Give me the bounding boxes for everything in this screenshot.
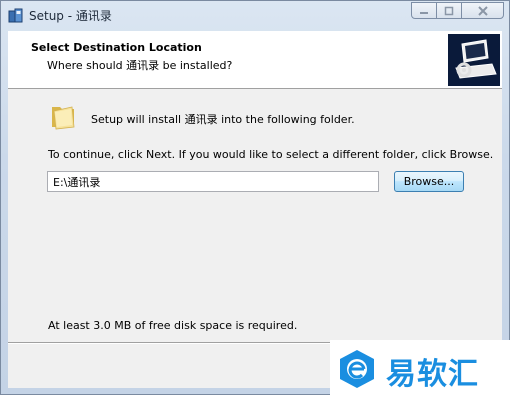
install-folder-text: Setup will install 通讯录 into the followin… (91, 113, 355, 126)
wizard-computer-icon (448, 34, 500, 86)
destination-path-input[interactable] (47, 171, 379, 192)
disk-space-text: At least 3.0 MB of free disk space is re… (48, 319, 298, 332)
watermark-text: 易软汇 (386, 357, 479, 392)
minimize-button[interactable] (411, 2, 437, 19)
title-bar[interactable]: Setup - 通讯录 (1, 1, 509, 31)
close-button[interactable] (461, 2, 504, 19)
setup-app-icon (8, 8, 23, 23)
wizard-header: Select Destination Location Where should… (8, 31, 502, 89)
close-icon (477, 5, 488, 16)
folder-icon (52, 106, 75, 130)
maximize-icon (444, 6, 454, 15)
page-subtitle: Where should 通讯录 be installed? (47, 59, 233, 72)
watermark-logo-icon (340, 350, 374, 388)
instruction-text: To continue, click Next. If you would li… (48, 148, 494, 161)
maximize-button[interactable] (436, 2, 462, 19)
minimize-icon (420, 11, 428, 14)
dialog-client-area: Select Destination Location Where should… (8, 31, 502, 388)
caption-buttons (411, 2, 504, 21)
page-title: Select Destination Location (31, 41, 202, 54)
window-title: Setup - 通讯录 (29, 9, 112, 23)
setup-window: Setup - 通讯录 Select Destination Location … (0, 0, 510, 395)
browse-button[interactable]: Browse... (394, 171, 464, 192)
watermark: 易软汇 (330, 340, 510, 395)
